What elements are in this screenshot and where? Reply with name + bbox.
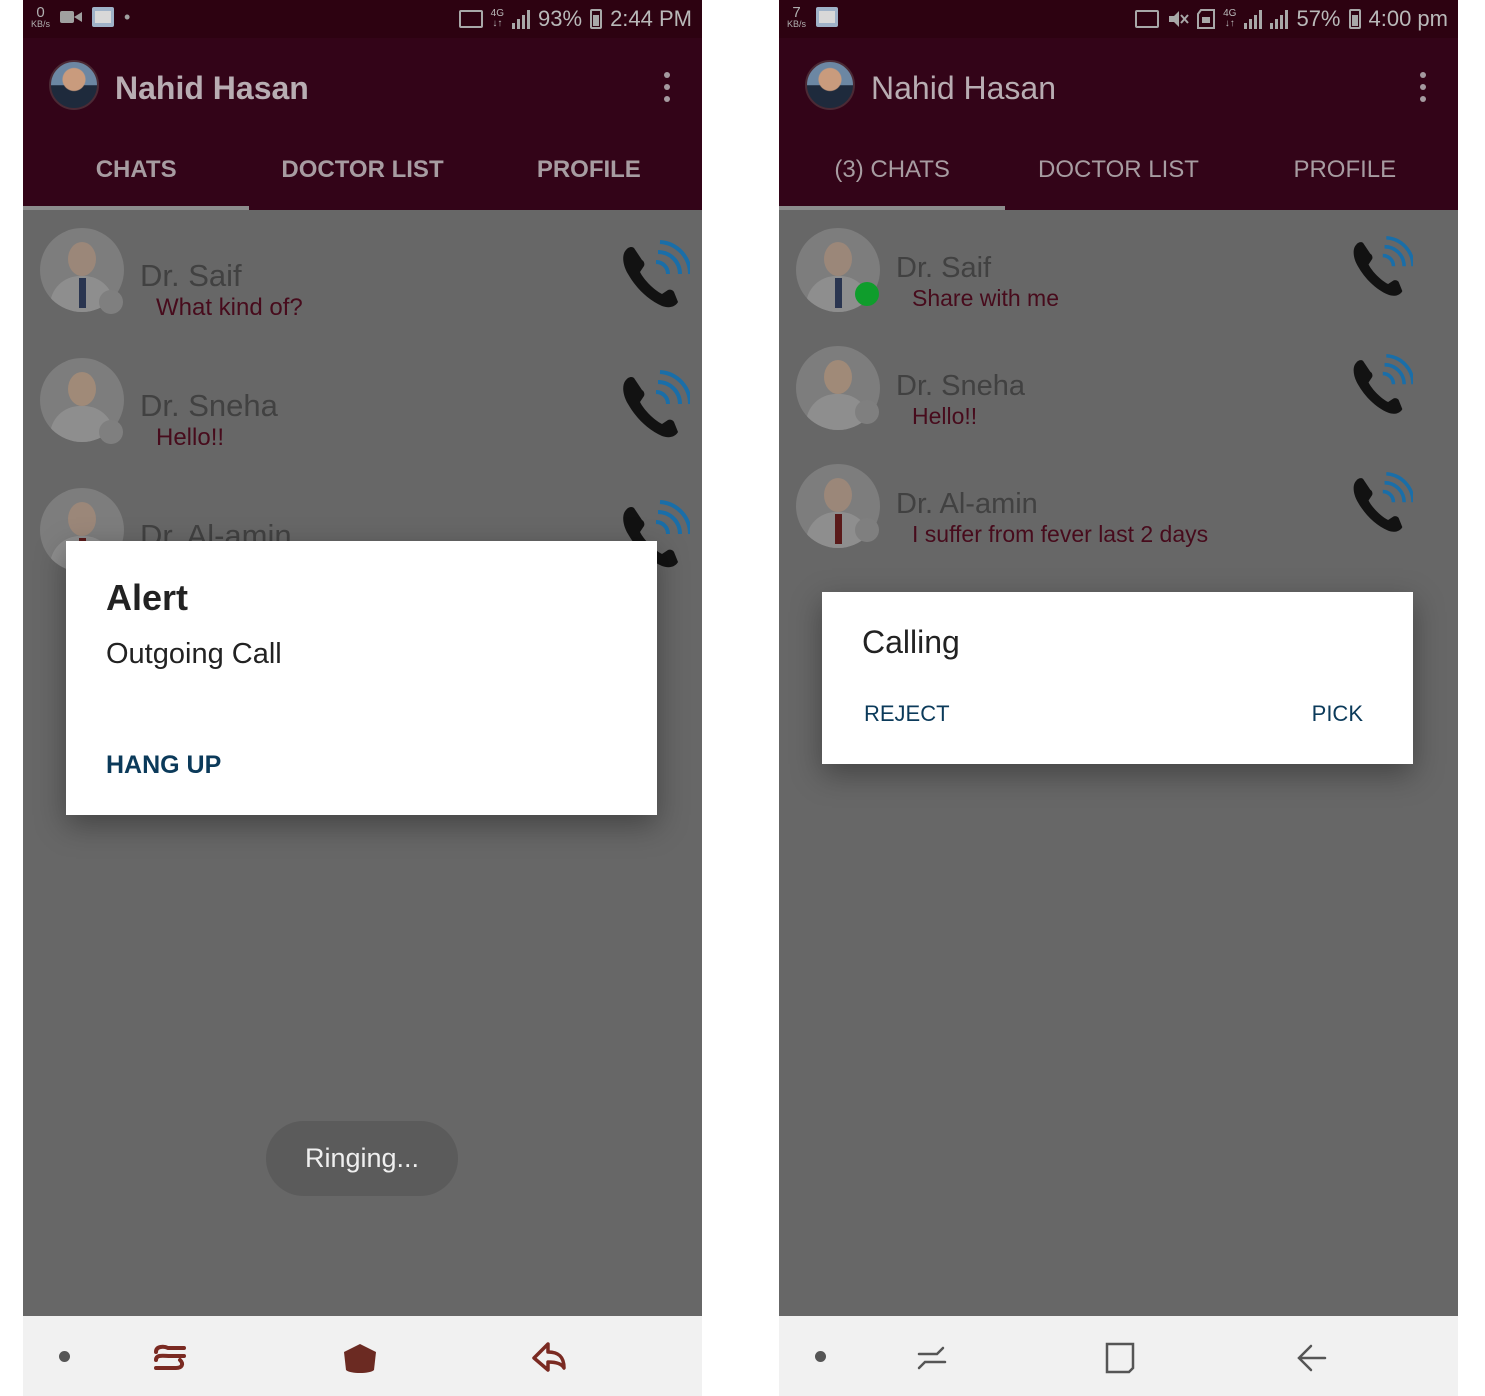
data-speed: 7 KB/s bbox=[787, 4, 807, 29]
signal-icon bbox=[1244, 9, 1263, 29]
gallery-icon bbox=[816, 7, 839, 27]
notification-dot: • bbox=[124, 6, 131, 27]
chat-row-dr-saif[interactable]: Dr. Saif What kind of? bbox=[23, 218, 702, 338]
tab-chats[interactable]: (3) CHATS bbox=[779, 130, 1005, 210]
gallery-icon bbox=[92, 7, 115, 27]
phone-call-icon[interactable] bbox=[1349, 354, 1413, 418]
phone-screen-outgoing: 0 KB/s • 4G ↓↑ 93% 2:44 PM Nahid Hasan CH… bbox=[23, 0, 702, 1396]
phone-call-icon[interactable] bbox=[618, 370, 690, 442]
more-vert-icon[interactable] bbox=[1418, 72, 1428, 102]
app-bar: Nahid Hasan (3) CHATS DOCTOR LIST PROFIL… bbox=[779, 38, 1458, 210]
phone-call-icon[interactable] bbox=[618, 240, 690, 312]
sd-icon bbox=[1197, 9, 1216, 29]
tab-chats[interactable]: CHATS bbox=[23, 130, 249, 210]
dialog-title: Alert bbox=[106, 577, 189, 618]
status-bar: 0 KB/s • 4G ↓↑ 93% 2:44 PM bbox=[23, 0, 702, 38]
signal-icon-2 bbox=[1270, 9, 1289, 29]
chat-row-dr-saif[interactable]: Dr. Saif Share with me bbox=[779, 218, 1458, 338]
calling-dialog: Calling REJECT PICK bbox=[822, 592, 1413, 764]
home-icon[interactable] bbox=[340, 1338, 380, 1378]
doctor-name: Dr. Sneha bbox=[140, 388, 278, 423]
alert-dialog: Alert Outgoing Call HANG UP bbox=[66, 541, 657, 815]
user-name: Nahid Hasan bbox=[115, 70, 309, 106]
cast-icon bbox=[458, 10, 483, 28]
tab-indicator bbox=[779, 206, 1005, 210]
battery-percent: 93% bbox=[538, 6, 583, 31]
recent-apps-icon[interactable] bbox=[911, 1338, 951, 1378]
presence-indicator bbox=[855, 518, 879, 542]
nav-dot bbox=[59, 1351, 70, 1362]
presence-indicator bbox=[99, 420, 123, 444]
mute-icon bbox=[1169, 11, 1189, 27]
phone-screen-incoming: 7 KB/s 4G ↓↑ 57% 4:00 pm Nahid Hasan (3) … bbox=[779, 0, 1458, 1396]
cast-icon bbox=[1135, 10, 1160, 28]
dialog-message: Outgoing Call bbox=[106, 638, 282, 670]
doctor-name: Dr. Saif bbox=[896, 252, 992, 284]
battery-percent: 57% bbox=[1296, 6, 1341, 31]
presence-indicator bbox=[855, 400, 879, 424]
avatar[interactable] bbox=[49, 60, 99, 110]
battery-icon bbox=[590, 9, 603, 29]
signal-icon bbox=[512, 9, 531, 29]
network-type: 4G ↓↑ bbox=[1223, 8, 1237, 29]
phone-call-icon[interactable] bbox=[1349, 236, 1413, 300]
nav-dot bbox=[815, 1351, 826, 1362]
doctor-name: Dr. Sneha bbox=[896, 370, 1025, 402]
recent-apps-icon[interactable] bbox=[150, 1338, 190, 1378]
tab-indicator bbox=[23, 206, 249, 210]
toast: Ringing... bbox=[266, 1121, 458, 1196]
last-message: Hello!! bbox=[156, 424, 225, 451]
tab-bar: (3) CHATS DOCTOR LIST PROFILE bbox=[779, 130, 1458, 210]
last-message: Hello!! bbox=[912, 403, 978, 429]
tab-profile[interactable]: PROFILE bbox=[476, 130, 702, 210]
nav-bar bbox=[779, 1316, 1458, 1396]
tab-bar: CHATS DOCTOR LIST PROFILE bbox=[23, 130, 702, 210]
last-message: What kind of? bbox=[156, 294, 303, 321]
video-icon bbox=[60, 11, 83, 23]
battery-icon bbox=[1348, 9, 1361, 29]
chat-row-dr-sneha[interactable]: Dr. Sneha Hello!! bbox=[779, 336, 1458, 456]
tab-doctor-list[interactable]: DOCTOR LIST bbox=[249, 130, 475, 210]
presence-indicator bbox=[855, 282, 879, 306]
back-icon[interactable] bbox=[530, 1338, 570, 1378]
clock: 4:00 pm bbox=[1368, 6, 1449, 31]
data-speed: 0 KB/s bbox=[31, 4, 51, 29]
back-icon[interactable] bbox=[1291, 1338, 1331, 1378]
doctor-name: Dr. Al-amin bbox=[896, 488, 1038, 520]
nav-bar bbox=[23, 1316, 702, 1396]
chat-row-dr-al-amin[interactable]: Dr. Al-amin I suffer from fever last 2 d… bbox=[779, 454, 1458, 574]
user-name: Nahid Hasan bbox=[871, 70, 1056, 106]
last-message: I suffer from fever last 2 days bbox=[912, 521, 1209, 547]
reject-button[interactable]: REJECT bbox=[864, 701, 950, 727]
clock: 2:44 PM bbox=[610, 6, 692, 31]
tab-doctor-list[interactable]: DOCTOR LIST bbox=[1005, 130, 1231, 210]
more-vert-icon[interactable] bbox=[662, 72, 672, 102]
app-bar: Nahid Hasan CHATS DOCTOR LIST PROFILE bbox=[23, 38, 702, 210]
home-icon[interactable] bbox=[1100, 1338, 1140, 1378]
phone-call-icon[interactable] bbox=[1349, 472, 1413, 536]
last-message: Share with me bbox=[912, 285, 1060, 311]
pick-button[interactable]: PICK bbox=[1312, 701, 1363, 727]
presence-indicator bbox=[99, 290, 123, 314]
avatar[interactable] bbox=[805, 60, 855, 110]
status-bar: 7 KB/s 4G ↓↑ 57% 4:00 pm bbox=[779, 0, 1458, 38]
hang-up-button[interactable]: HANG UP bbox=[106, 751, 221, 780]
chat-row-dr-sneha[interactable]: Dr. Sneha Hello!! bbox=[23, 348, 702, 468]
tab-profile[interactable]: PROFILE bbox=[1232, 130, 1458, 210]
dialog-title: Calling bbox=[862, 624, 960, 660]
doctor-name: Dr. Saif bbox=[140, 258, 242, 293]
network-type: 4G ↓↑ bbox=[490, 8, 505, 29]
